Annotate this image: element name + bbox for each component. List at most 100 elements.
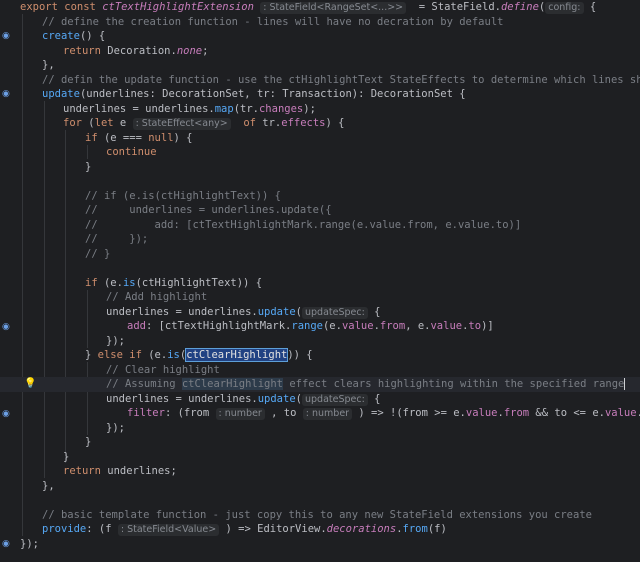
- token: ) {: [325, 117, 345, 129]
- code-line: }: [0, 160, 640, 175]
- code-line: // Add highlight: [0, 290, 640, 305]
- token: else if: [97, 349, 149, 361]
- token: update: [257, 305, 296, 318]
- token: ctTextHighlightExtension: [102, 1, 254, 13]
- token: },: [42, 479, 55, 492]
- token: define: [500, 1, 539, 13]
- code-line: if (e.is(ctHighlightText)) {: [0, 276, 640, 291]
- token: },: [42, 59, 55, 71]
- comment: // Clear highlight: [106, 363, 220, 376]
- code-line: },: [0, 58, 640, 73]
- token: add: [127, 320, 146, 332]
- token: map: [214, 102, 234, 115]
- lightbulb-icon[interactable]: 💡: [24, 378, 36, 390]
- comment: // underlines = underlines.update({: [85, 204, 332, 216]
- code-line: // Clear highlight: [0, 363, 640, 378]
- code-line: filter: (from : number , to : number ) =…: [0, 406, 640, 421]
- token: of: [230, 117, 263, 129]
- comment: effect clears highlighting within the sp…: [283, 378, 625, 390]
- token: return: [63, 44, 108, 57]
- token: value: [604, 407, 637, 419]
- token: ) => EditorView.: [219, 523, 327, 535]
- inlay-type-hint: : StateEffect<any>: [132, 118, 231, 130]
- token: );: [303, 102, 316, 115]
- text-caret: [624, 378, 626, 390]
- token: value: [341, 320, 374, 332]
- token: if: [85, 131, 104, 144]
- token: });: [106, 334, 125, 347]
- comment: // }: [85, 247, 111, 260]
- code-line: return underlines;: [0, 464, 640, 479]
- token: if: [85, 276, 104, 289]
- token: }: [63, 450, 70, 463]
- token: )]: [481, 320, 494, 332]
- token: (ctHighlightText)) {: [135, 276, 263, 289]
- token: (e.: [322, 320, 342, 332]
- code-line: });: [0, 334, 640, 349]
- token: decorations: [326, 523, 397, 535]
- token: (e ===: [103, 131, 149, 144]
- code-line: update(underlines: DecorationSet, tr: Tr…: [0, 87, 640, 102]
- token: null: [148, 131, 174, 144]
- comment: // Add highlight: [106, 291, 208, 303]
- code-line: if (e === null) {: [0, 131, 640, 146]
- code-line: // if (e.is(ctHighlightText)) {: [0, 189, 640, 204]
- inlay-type-hint: : StateField<RangeSet<...>>: [260, 2, 407, 14]
- token: underlines;: [107, 465, 177, 477]
- comment: // if (e.is(ctHighlightText)) {: [85, 189, 281, 202]
- token: underlines = underlines.: [106, 392, 258, 405]
- token: from: [503, 407, 530, 419]
- token: from: [379, 320, 406, 332]
- code-editor[interactable]: ◉ ◉ ◉ ◉ ◉ export const ctTextHighlightEx…: [0, 0, 640, 562]
- inlay-type-hint: : number: [302, 408, 353, 420]
- token: range: [291, 320, 323, 332]
- token: filter: [127, 407, 165, 419]
- code-line: });: [0, 421, 640, 436]
- token: });: [20, 537, 39, 550]
- token: .: [637, 407, 640, 419]
- token: provide: [42, 523, 87, 535]
- code-line: underlines = underlines.update(updateSpe…: [0, 305, 640, 320]
- token: : (f: [86, 523, 118, 535]
- code-line: // basic template function - just copy t…: [0, 508, 640, 523]
- comment: // add: [ctTextHighlightMark.range(e.val…: [85, 218, 522, 231]
- inlay-type-hint: : StateField<Value>: [117, 524, 220, 536]
- token: none: [176, 44, 203, 57]
- code-line: continue: [0, 145, 640, 160]
- comment: // defin the update function - use the c…: [42, 73, 640, 86]
- token: tr.: [262, 117, 282, 129]
- token: value: [465, 407, 498, 419]
- code-line: provide: (f : StateField<Value> ) => Edi…: [0, 522, 640, 537]
- token: update: [42, 88, 80, 100]
- token: });: [106, 421, 125, 434]
- token: is: [167, 349, 180, 361]
- selected-identifier[interactable]: ctClearHighlight: [185, 348, 289, 362]
- inlay-param-hint: updateSpec:: [301, 393, 368, 406]
- code-line: // defin the update function - use the c…: [0, 73, 640, 88]
- code-line: export const ctTextHighlightExtension : …: [0, 0, 640, 15]
- token: (underlines: DecorationSet, tr: Transact…: [79, 88, 466, 100]
- token: )) {: [287, 349, 313, 361]
- token: create: [42, 30, 80, 42]
- token: let: [94, 117, 120, 129]
- token: ;: [202, 44, 209, 57]
- token: ) {: [173, 131, 193, 144]
- comment: // define the creation function - lines …: [42, 15, 504, 28]
- token: }: [85, 349, 98, 361]
- token: export const: [20, 1, 103, 13]
- token: () {: [79, 30, 106, 42]
- token: is: [122, 276, 136, 289]
- code-line: // define the creation function - lines …: [0, 15, 640, 30]
- token: {: [367, 392, 381, 405]
- token: from: [402, 523, 428, 535]
- token: for: [63, 117, 89, 129]
- code-line: // add: [ctTextHighlightMark.range(e.val…: [0, 218, 640, 233]
- token: = StateField.: [406, 1, 501, 13]
- code-line: add: [ctTextHighlightMark.range(e.value.…: [0, 319, 640, 334]
- comment: // basic template function - just copy t…: [42, 508, 592, 521]
- token: (f): [427, 523, 447, 535]
- token: update: [257, 392, 296, 405]
- inlay-param-hint: updateSpec:: [301, 306, 368, 319]
- token: return: [63, 465, 108, 477]
- inlay-type-hint: : number: [215, 408, 265, 420]
